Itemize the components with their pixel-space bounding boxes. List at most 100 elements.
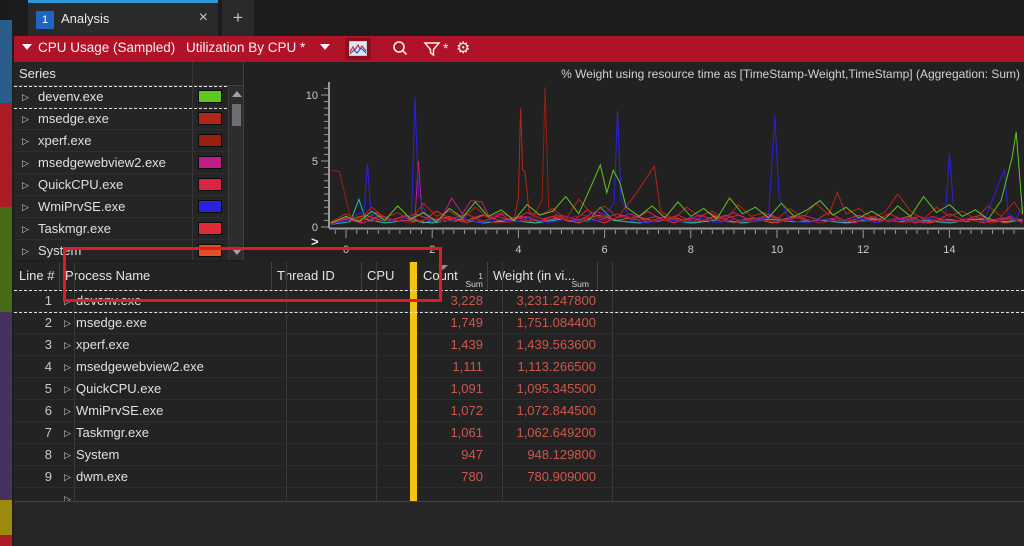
expander-icon[interactable]: ▷ (64, 466, 71, 487)
settings-gear-icon[interactable]: ⚙ (456, 38, 470, 58)
expander-icon[interactable]: ▷ (22, 108, 29, 130)
expander-icon[interactable]: ▷ (64, 356, 71, 377)
series-row-System[interactable]: ▷ System (14, 240, 243, 260)
table-row-msedgewebview2.exe[interactable]: 4 ▷ msedgewebview2.exe 1,111 1,113.266500 (14, 356, 1024, 378)
process-name: msedgewebview2.exe (76, 359, 204, 374)
series-color-swatch[interactable] (198, 156, 222, 169)
table-row-Taskmgr.exe[interactable]: 7 ▷ Taskmgr.exe 1,061 1,062.649200 (14, 422, 1024, 444)
cpu-usage-chart[interactable]: % Weight using resource time as [TimeSta… (245, 62, 1024, 262)
process-name-cell[interactable]: ▷ QuickCPU.exe (60, 378, 272, 399)
process-name-cell[interactable]: ▷ dwm.exe (60, 466, 272, 487)
table-row-msedge.exe[interactable]: 2 ▷ msedge.exe 1,749 1,751.084400 (14, 312, 1024, 334)
series-row-WmiPrvSE.exe[interactable]: ▷ WmiPrvSE.exe (14, 196, 243, 218)
expander-icon[interactable]: ▷ (64, 312, 71, 333)
process-name-cell[interactable]: ▷ (60, 488, 272, 502)
tab-index-badge: 1 (36, 11, 54, 29)
column-header-line[interactable]: Line # (14, 262, 60, 290)
search-icon[interactable] (390, 39, 410, 64)
expander-icon[interactable]: ▷ (22, 174, 29, 196)
series-column-header[interactable]: Series (14, 62, 243, 86)
expander-icon[interactable]: ▷ (64, 488, 71, 502)
series-row-QuickCPU.exe[interactable]: ▷ QuickCPU.exe (14, 174, 243, 196)
series-color-swatch[interactable] (198, 244, 222, 257)
process-name-cell[interactable]: ▷ System (60, 444, 272, 465)
graph-rail-segment[interactable] (0, 103, 12, 207)
expander-icon[interactable]: ▷ (64, 422, 71, 443)
column-header-count[interactable]: Count 1 Sum (410, 262, 488, 290)
expander-icon[interactable]: ▷ (64, 334, 71, 355)
table-row-devenv.exe[interactable]: 1 ▷ devenv.exe 3,228 3,231.247800 (14, 290, 1024, 312)
expander-icon[interactable]: ▷ (64, 444, 71, 465)
series-color-swatch[interactable] (198, 222, 222, 235)
table-row-xperf.exe[interactable]: 3 ▷ xperf.exe 1,439 1,439.563600 (14, 334, 1024, 356)
graph-rail-segment[interactable] (0, 312, 12, 500)
expander-icon[interactable]: ▷ (22, 196, 29, 218)
table-row-WmiPrvSE.exe[interactable]: 6 ▷ WmiPrvSE.exe 1,072 1,072.844500 (14, 400, 1024, 422)
series-scrollbar[interactable] (228, 86, 243, 260)
filter-icon[interactable] (422, 39, 442, 64)
series-row-msedge.exe[interactable]: ▷ msedge.exe (14, 108, 243, 130)
graph-explorer-rail[interactable] (0, 0, 12, 546)
cpu-cell (362, 400, 410, 421)
expander-icon[interactable]: ▷ (22, 130, 29, 152)
column-header-weight[interactable]: Weight (in vi... Sum (488, 262, 598, 290)
graph-rail-segment[interactable] (0, 0, 12, 20)
series-color-swatch[interactable] (198, 112, 222, 125)
new-tab-button[interactable]: + (222, 0, 254, 36)
expander-icon[interactable]: ▷ (64, 378, 71, 399)
graph-rail-segment[interactable] (0, 535, 12, 546)
process-name-cell[interactable]: ▷ msedge.exe (60, 312, 272, 333)
tab-analysis[interactable]: 1 Analysis × (28, 0, 218, 36)
table-row-System[interactable]: 8 ▷ System 947 948.129800 (14, 444, 1024, 466)
graph-rail-segment[interactable] (0, 207, 12, 312)
column-divider[interactable] (74, 262, 75, 501)
column-divider[interactable] (286, 262, 287, 501)
graph-rail-segment[interactable] (0, 20, 12, 103)
collapse-graph-icon[interactable] (22, 44, 32, 50)
cpu-cell (362, 466, 410, 487)
filter-modified-mark: * (443, 40, 449, 56)
preset-selector[interactable]: Utilization By CPU * (186, 40, 305, 55)
column-header-cpu[interactable]: CPU (362, 262, 410, 290)
process-name-cell[interactable]: ▷ WmiPrvSE.exe (60, 400, 272, 421)
preset-dropdown-icon[interactable] (320, 44, 330, 50)
graph-title[interactable]: CPU Usage (Sampled) (38, 40, 175, 55)
graph-rail-segment[interactable] (0, 500, 12, 535)
series-color-swatch[interactable] (198, 178, 222, 191)
series-color-swatch[interactable] (198, 134, 222, 147)
graph-preview-icon[interactable] (345, 38, 371, 60)
expander-icon[interactable]: ▷ (22, 240, 29, 260)
expand-time-axis-icon[interactable]: > (311, 234, 319, 249)
column-divider[interactable] (612, 262, 613, 501)
weight-cell: 1,072.844500 (516, 403, 596, 418)
table-row-QuickCPU.exe[interactable]: 5 ▷ QuickCPU.exe 1,091 1,095.345500 (14, 378, 1024, 400)
column-divider[interactable] (502, 262, 503, 501)
column-divider[interactable] (376, 262, 377, 501)
table-row[interactable]: ▷ (14, 488, 1024, 502)
scroll-up-icon[interactable] (232, 91, 242, 97)
process-name-cell[interactable]: ▷ msedgewebview2.exe (60, 356, 272, 377)
series-row-msedgewebview2.exe[interactable]: ▷ msedgewebview2.exe (14, 152, 243, 174)
process-name-cell[interactable]: ▷ Taskmgr.exe (60, 422, 272, 443)
expander-icon[interactable]: ▷ (64, 400, 71, 421)
tab-close-icon[interactable]: × (199, 9, 208, 27)
graphing-column-bar[interactable] (410, 262, 417, 501)
scroll-down-icon[interactable] (232, 249, 242, 255)
x-tick-label: 14 (943, 244, 955, 256)
column-header-process-name[interactable]: Process Name (60, 262, 272, 290)
expander-icon[interactable]: ▷ (22, 86, 29, 108)
series-row-devenv.exe[interactable]: ▷ devenv.exe (14, 86, 243, 108)
cpu-cell (362, 378, 410, 399)
process-name-cell[interactable]: ▷ xperf.exe (60, 334, 272, 355)
expander-icon[interactable]: ▷ (22, 218, 29, 240)
scrollbar-thumb[interactable] (232, 104, 241, 126)
expander-icon[interactable]: ▷ (64, 290, 71, 311)
expander-icon[interactable]: ▷ (22, 152, 29, 174)
chart-plot-area[interactable]: 0 5 10 0 2 4 6 8 10 12 14 (245, 62, 1024, 262)
series-color-swatch[interactable] (198, 90, 222, 103)
table-row-dwm.exe[interactable]: 9 ▷ dwm.exe 780 780.909000 (14, 466, 1024, 488)
series-row-xperf.exe[interactable]: ▷ xperf.exe (14, 130, 243, 152)
series-color-swatch[interactable] (198, 200, 222, 213)
series-row-Taskmgr.exe[interactable]: ▷ Taskmgr.exe (14, 218, 243, 240)
process-name-cell[interactable]: ▷ devenv.exe (60, 290, 272, 311)
